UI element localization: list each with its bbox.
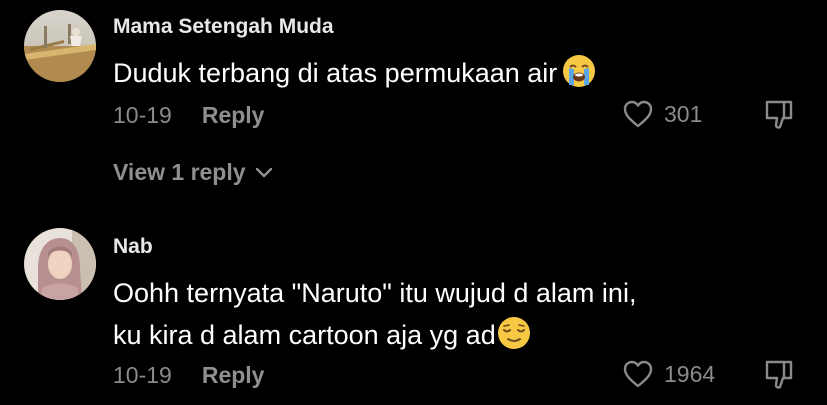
thumbs-down-icon bbox=[765, 100, 793, 129]
reply-button[interactable]: Reply bbox=[202, 362, 265, 388]
comment-text: ku kira d alam cartoon aja yg ad bbox=[113, 314, 532, 356]
comment-text-line: ku kira d alam cartoon aja yg ad bbox=[113, 320, 496, 350]
like-count: 301 bbox=[664, 100, 703, 127]
view-replies-button[interactable]: View 1 reply bbox=[113, 159, 274, 186]
username[interactable]: Mama Setengah Muda bbox=[113, 15, 334, 39]
comment-date: 10-19 bbox=[113, 362, 172, 388]
reply-button[interactable]: Reply bbox=[202, 102, 265, 128]
comment-meta: 10-19 Reply bbox=[113, 362, 264, 389]
heart-outline-icon bbox=[623, 360, 653, 388]
comment-text-line: Oohh ternyata "Naruto" itu wujud d alam … bbox=[113, 278, 637, 308]
loudly-crying-face-icon bbox=[563, 55, 596, 87]
comment-date: 10-19 bbox=[113, 102, 172, 128]
comment-item: Mama Setengah Muda Duduk terbang di atas… bbox=[0, 0, 827, 200]
thumbs-down-icon bbox=[765, 360, 793, 389]
relieved-face-icon bbox=[497, 317, 530, 349]
username[interactable]: Nab bbox=[113, 235, 153, 259]
comment-meta: 10-19 Reply bbox=[113, 102, 264, 129]
heart-outline-icon bbox=[623, 100, 653, 128]
comment-text: Duduk terbang di atas permukaan air bbox=[113, 52, 597, 94]
like-count: 1964 bbox=[664, 360, 716, 387]
dislike-button[interactable] bbox=[762, 98, 796, 137]
chevron-down-icon bbox=[255, 167, 272, 177]
dislike-button[interactable] bbox=[762, 358, 796, 397]
like-button[interactable]: 301 bbox=[622, 99, 702, 129]
comment-item: Nab Oohh ternyata "Naruto" itu wujud d a… bbox=[0, 210, 827, 405]
comment-text-line: Duduk terbang di atas permukaan air bbox=[113, 58, 558, 88]
like-button[interactable]: 1964 bbox=[622, 359, 715, 389]
avatar[interactable] bbox=[24, 10, 96, 82]
view-replies-label: View 1 reply bbox=[113, 159, 246, 185]
avatar[interactable] bbox=[24, 228, 96, 300]
